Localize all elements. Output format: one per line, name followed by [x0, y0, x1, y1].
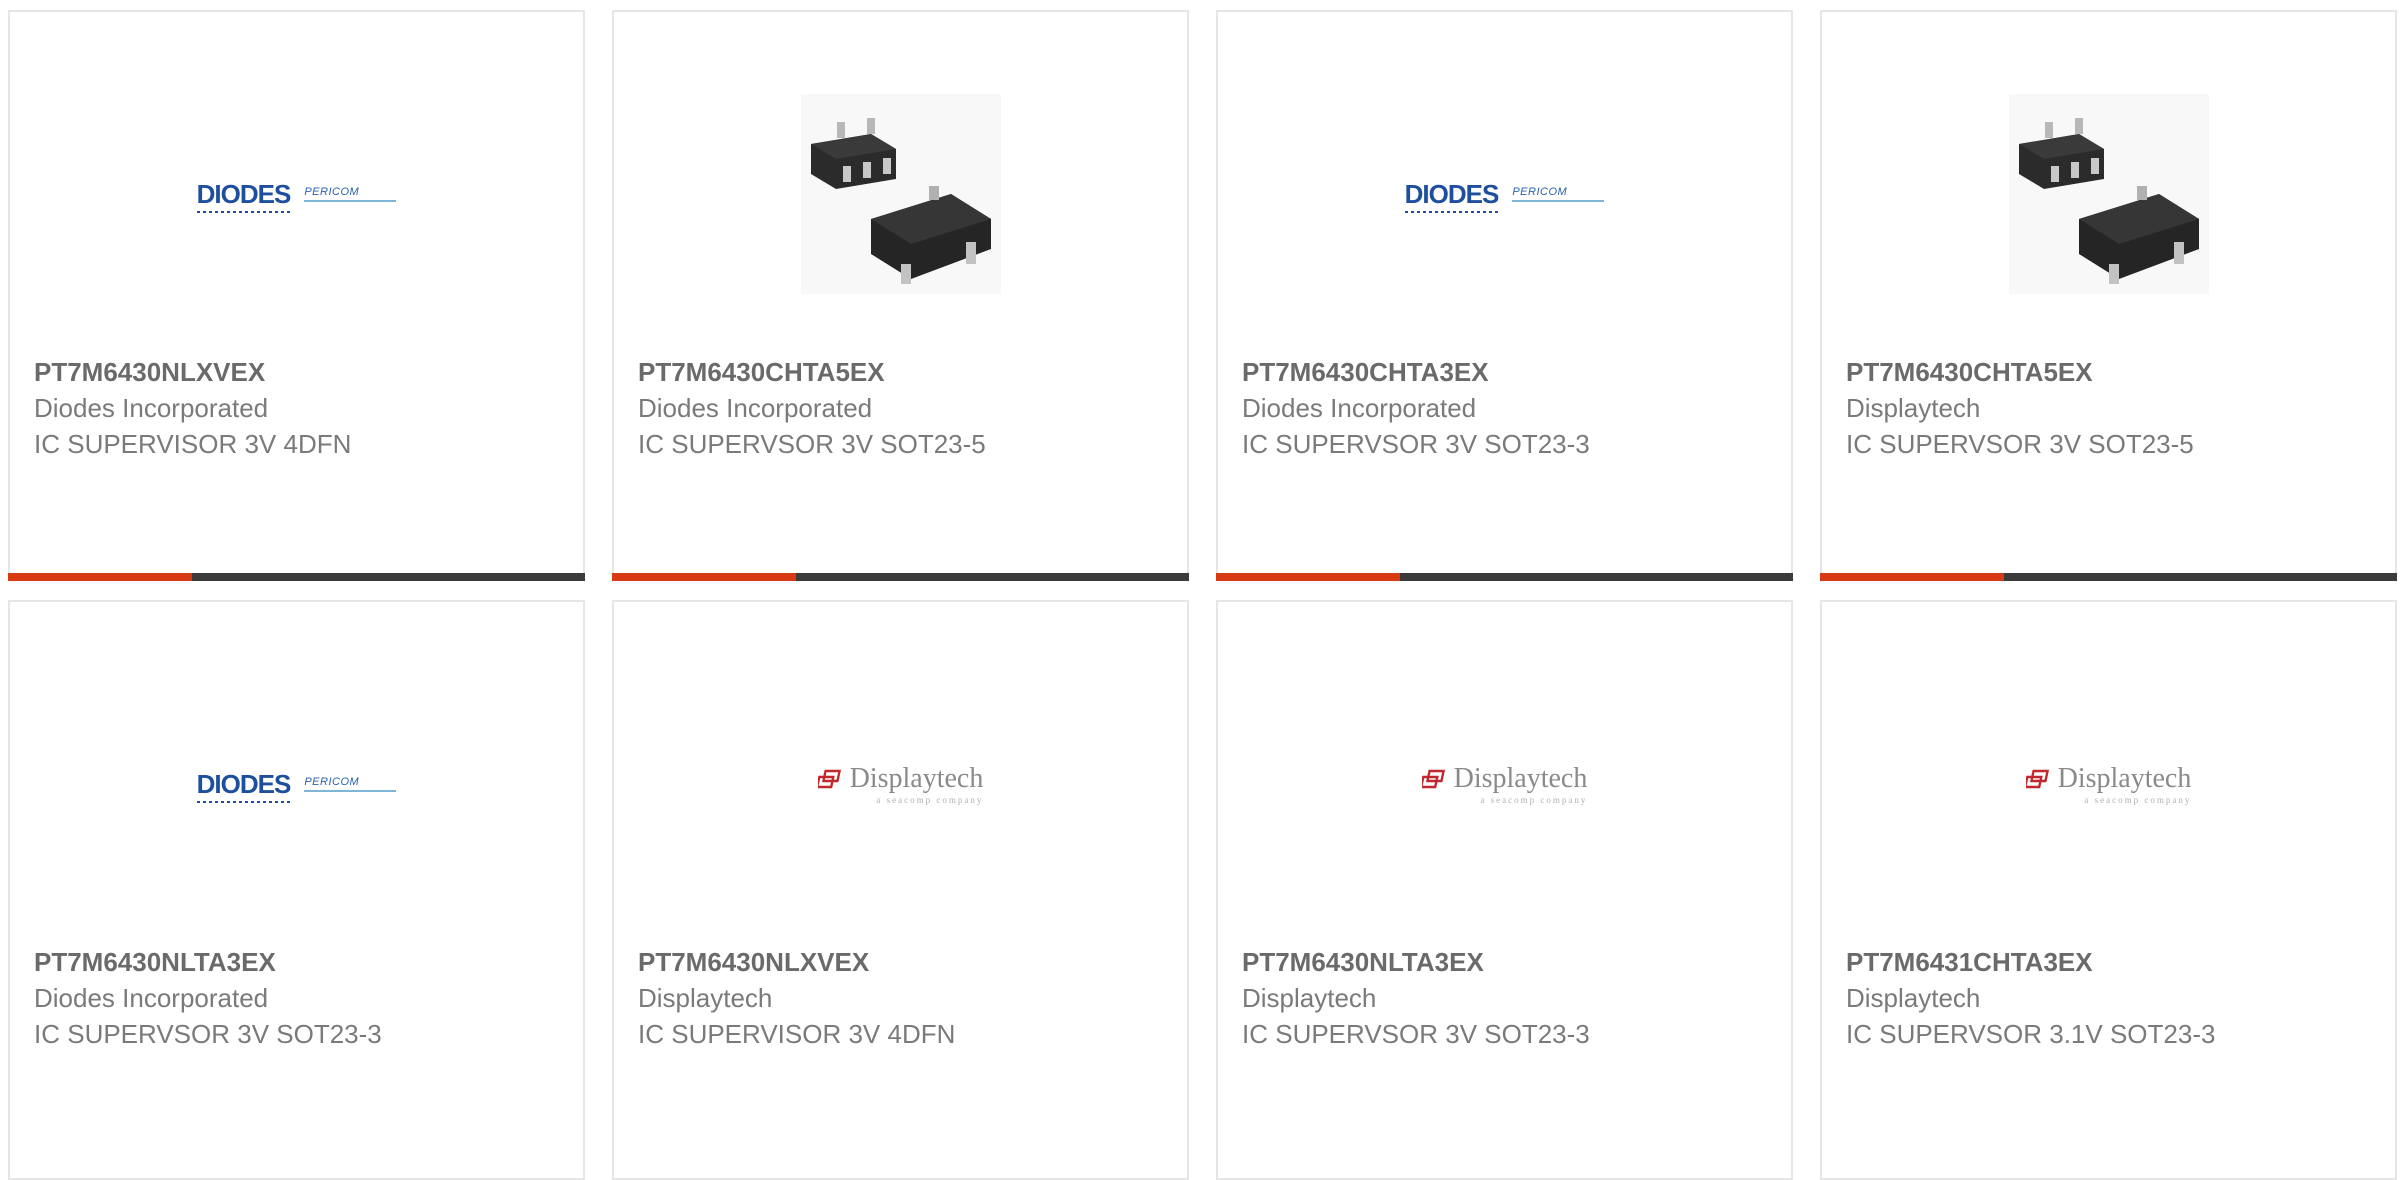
description: IC SUPERVSOR 3V SOT23-5 [1846, 429, 2194, 459]
product-card[interactable]: PT7M6430CHTA5EX Diodes Incorporated IC S… [612, 10, 1189, 581]
manufacturer: Diodes Incorporated [34, 393, 269, 423]
accent-bar [612, 573, 796, 581]
displaytech-mark-icon [817, 769, 841, 789]
product-image: DIODES PERICOM [10, 74, 583, 314]
part-number[interactable]: PT7M6430CHTA3EX [1242, 354, 1771, 390]
accent-bar [1216, 573, 1400, 581]
product-image: Displaytech a seacomp company [1218, 664, 1791, 904]
diodes-pericom-logo: DIODES PERICOM [1404, 179, 1605, 213]
sot23-5-package-photo [2008, 94, 2209, 294]
product-image: DIODES PERICOM [1218, 74, 1791, 314]
manufacturer: Diodes Incorporated [638, 393, 873, 423]
description: IC SUPERVISOR 3V 4DFN [638, 1019, 956, 1049]
part-number[interactable]: PT7M6430NLTA3EX [1242, 944, 1771, 980]
description: IC SUPERVISOR 3V 4DFN [34, 429, 352, 459]
manufacturer: Displaytech [1846, 983, 1981, 1013]
displaytech-logo: Displaytech a seacomp company [2025, 763, 2191, 805]
product-grid: DIODES PERICOM PT7M6430NLXVEX Diodes Inc… [0, 0, 2400, 1180]
product-card[interactable]: Displaytech a seacomp company PT7M6430NL… [1216, 600, 1793, 1180]
product-card[interactable]: DIODES PERICOM PT7M6430NLTA3EX Diodes In… [8, 600, 585, 1180]
card-bottom-bar [8, 573, 585, 581]
description: IC SUPERVSOR 3V SOT23-3 [34, 1019, 382, 1049]
manufacturer: Displaytech [1242, 983, 1377, 1013]
product-image [614, 74, 1187, 314]
manufacturer: Displaytech [638, 983, 773, 1013]
manufacturer: Diodes Incorporated [34, 983, 269, 1013]
card-bottom-bar [1216, 573, 1793, 581]
product-card[interactable]: DIODES PERICOM PT7M6430NLXVEX Diodes Inc… [8, 10, 585, 581]
product-card[interactable]: Displaytech a seacomp company PT7M6430NL… [612, 600, 1189, 1180]
part-number[interactable]: PT7M6430NLTA3EX [34, 944, 563, 980]
part-number[interactable]: PT7M6430CHTA5EX [1846, 354, 2375, 390]
description: IC SUPERVSOR 3.1V SOT23-3 [1846, 1019, 2216, 1049]
card-bottom-bar [612, 573, 1189, 581]
part-number[interactable]: PT7M6430NLXVEX [638, 944, 1167, 980]
sot23-5-package-photo [800, 94, 1001, 294]
product-image: DIODES PERICOM [10, 664, 583, 904]
manufacturer: Diodes Incorporated [1242, 393, 1477, 423]
part-number[interactable]: PT7M6430CHTA5EX [638, 354, 1167, 390]
product-card[interactable]: Displaytech a seacomp company PT7M6431CH… [1820, 600, 2397, 1180]
part-number[interactable]: PT7M6431CHTA3EX [1846, 944, 2375, 980]
manufacturer: Displaytech [1846, 393, 1981, 423]
product-card[interactable]: DIODES PERICOM PT7M6430CHTA3EX Diodes In… [1216, 10, 1793, 581]
part-number[interactable]: PT7M6430NLXVEX [34, 354, 563, 390]
product-card[interactable]: PT7M6430CHTA5EX Displaytech IC SUPERVSOR… [1820, 10, 2397, 581]
displaytech-logo: Displaytech a seacomp company [817, 763, 983, 805]
card-bottom-bar [1820, 573, 2397, 581]
description: IC SUPERVSOR 3V SOT23-3 [1242, 1019, 1590, 1049]
diodes-pericom-logo: DIODES PERICOM [196, 769, 397, 803]
accent-bar [1820, 573, 2004, 581]
product-image: Displaytech a seacomp company [1822, 664, 2395, 904]
displaytech-mark-icon [2025, 769, 2049, 789]
product-image: Displaytech a seacomp company [614, 664, 1187, 904]
product-image [1822, 74, 2395, 314]
description: IC SUPERVSOR 3V SOT23-3 [1242, 429, 1590, 459]
accent-bar [8, 573, 192, 581]
diodes-pericom-logo: DIODES PERICOM [196, 179, 397, 213]
displaytech-mark-icon [1421, 769, 1445, 789]
description: IC SUPERVSOR 3V SOT23-5 [638, 429, 986, 459]
displaytech-logo: Displaytech a seacomp company [1421, 763, 1587, 805]
